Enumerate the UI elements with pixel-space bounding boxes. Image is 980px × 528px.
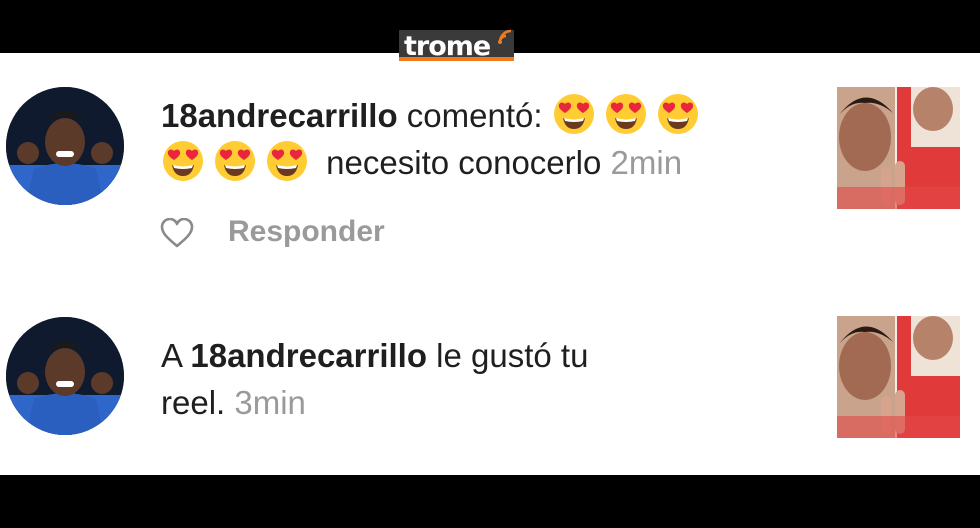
reel-thumbnail[interactable] — [837, 87, 960, 209]
heart-eyes-emoji-icon — [215, 141, 255, 181]
comment-action: comentó: — [406, 97, 543, 134]
like-action-end: reel. — [161, 384, 226, 421]
heart-eyes-emoji-icon — [267, 141, 307, 181]
timestamp: 3min — [234, 384, 306, 421]
emoji-group-1 — [552, 94, 708, 134]
heart-eyes-emoji-icon — [657, 94, 698, 134]
avatar-photo — [6, 87, 124, 205]
heart-eyes-emoji-icon — [553, 94, 594, 134]
trome-logo: trome — [399, 28, 514, 63]
heart-eyes-emoji-icon — [605, 94, 646, 134]
like-prefix: A — [161, 337, 182, 374]
reply-button[interactable]: Responder — [228, 215, 385, 249]
like-action: le gustó tu — [436, 337, 589, 374]
heart-eyes-emoji-icon — [163, 141, 203, 181]
bottom-black-band — [0, 475, 980, 528]
notifications-list: 18andrecarrillo comentó: necesito conoce… — [0, 53, 980, 475]
comment-notification: 18andrecarrillo comentó: necesito conoce… — [161, 92, 811, 186]
timestamp: 2min — [610, 144, 683, 181]
avatar-photo — [6, 317, 124, 435]
user-avatar[interactable] — [6, 87, 124, 205]
reel-thumbnail[interactable] — [837, 316, 960, 438]
like-heart-icon[interactable] — [160, 218, 194, 248]
like-notification: A 18andrecarrillo le gustó tu reel. 3min — [161, 332, 761, 426]
logo-text: trome — [404, 31, 491, 62]
user-avatar[interactable] — [6, 317, 124, 435]
comment-body: necesito conocerlo — [326, 144, 602, 181]
username-link[interactable]: 18andrecarrillo — [190, 337, 427, 374]
emoji-group-2 — [161, 141, 317, 181]
reel-preview-image — [837, 316, 960, 438]
signal-waves-icon — [498, 29, 512, 44]
reel-preview-image — [837, 87, 960, 209]
username-link[interactable]: 18andrecarrillo — [161, 97, 398, 134]
